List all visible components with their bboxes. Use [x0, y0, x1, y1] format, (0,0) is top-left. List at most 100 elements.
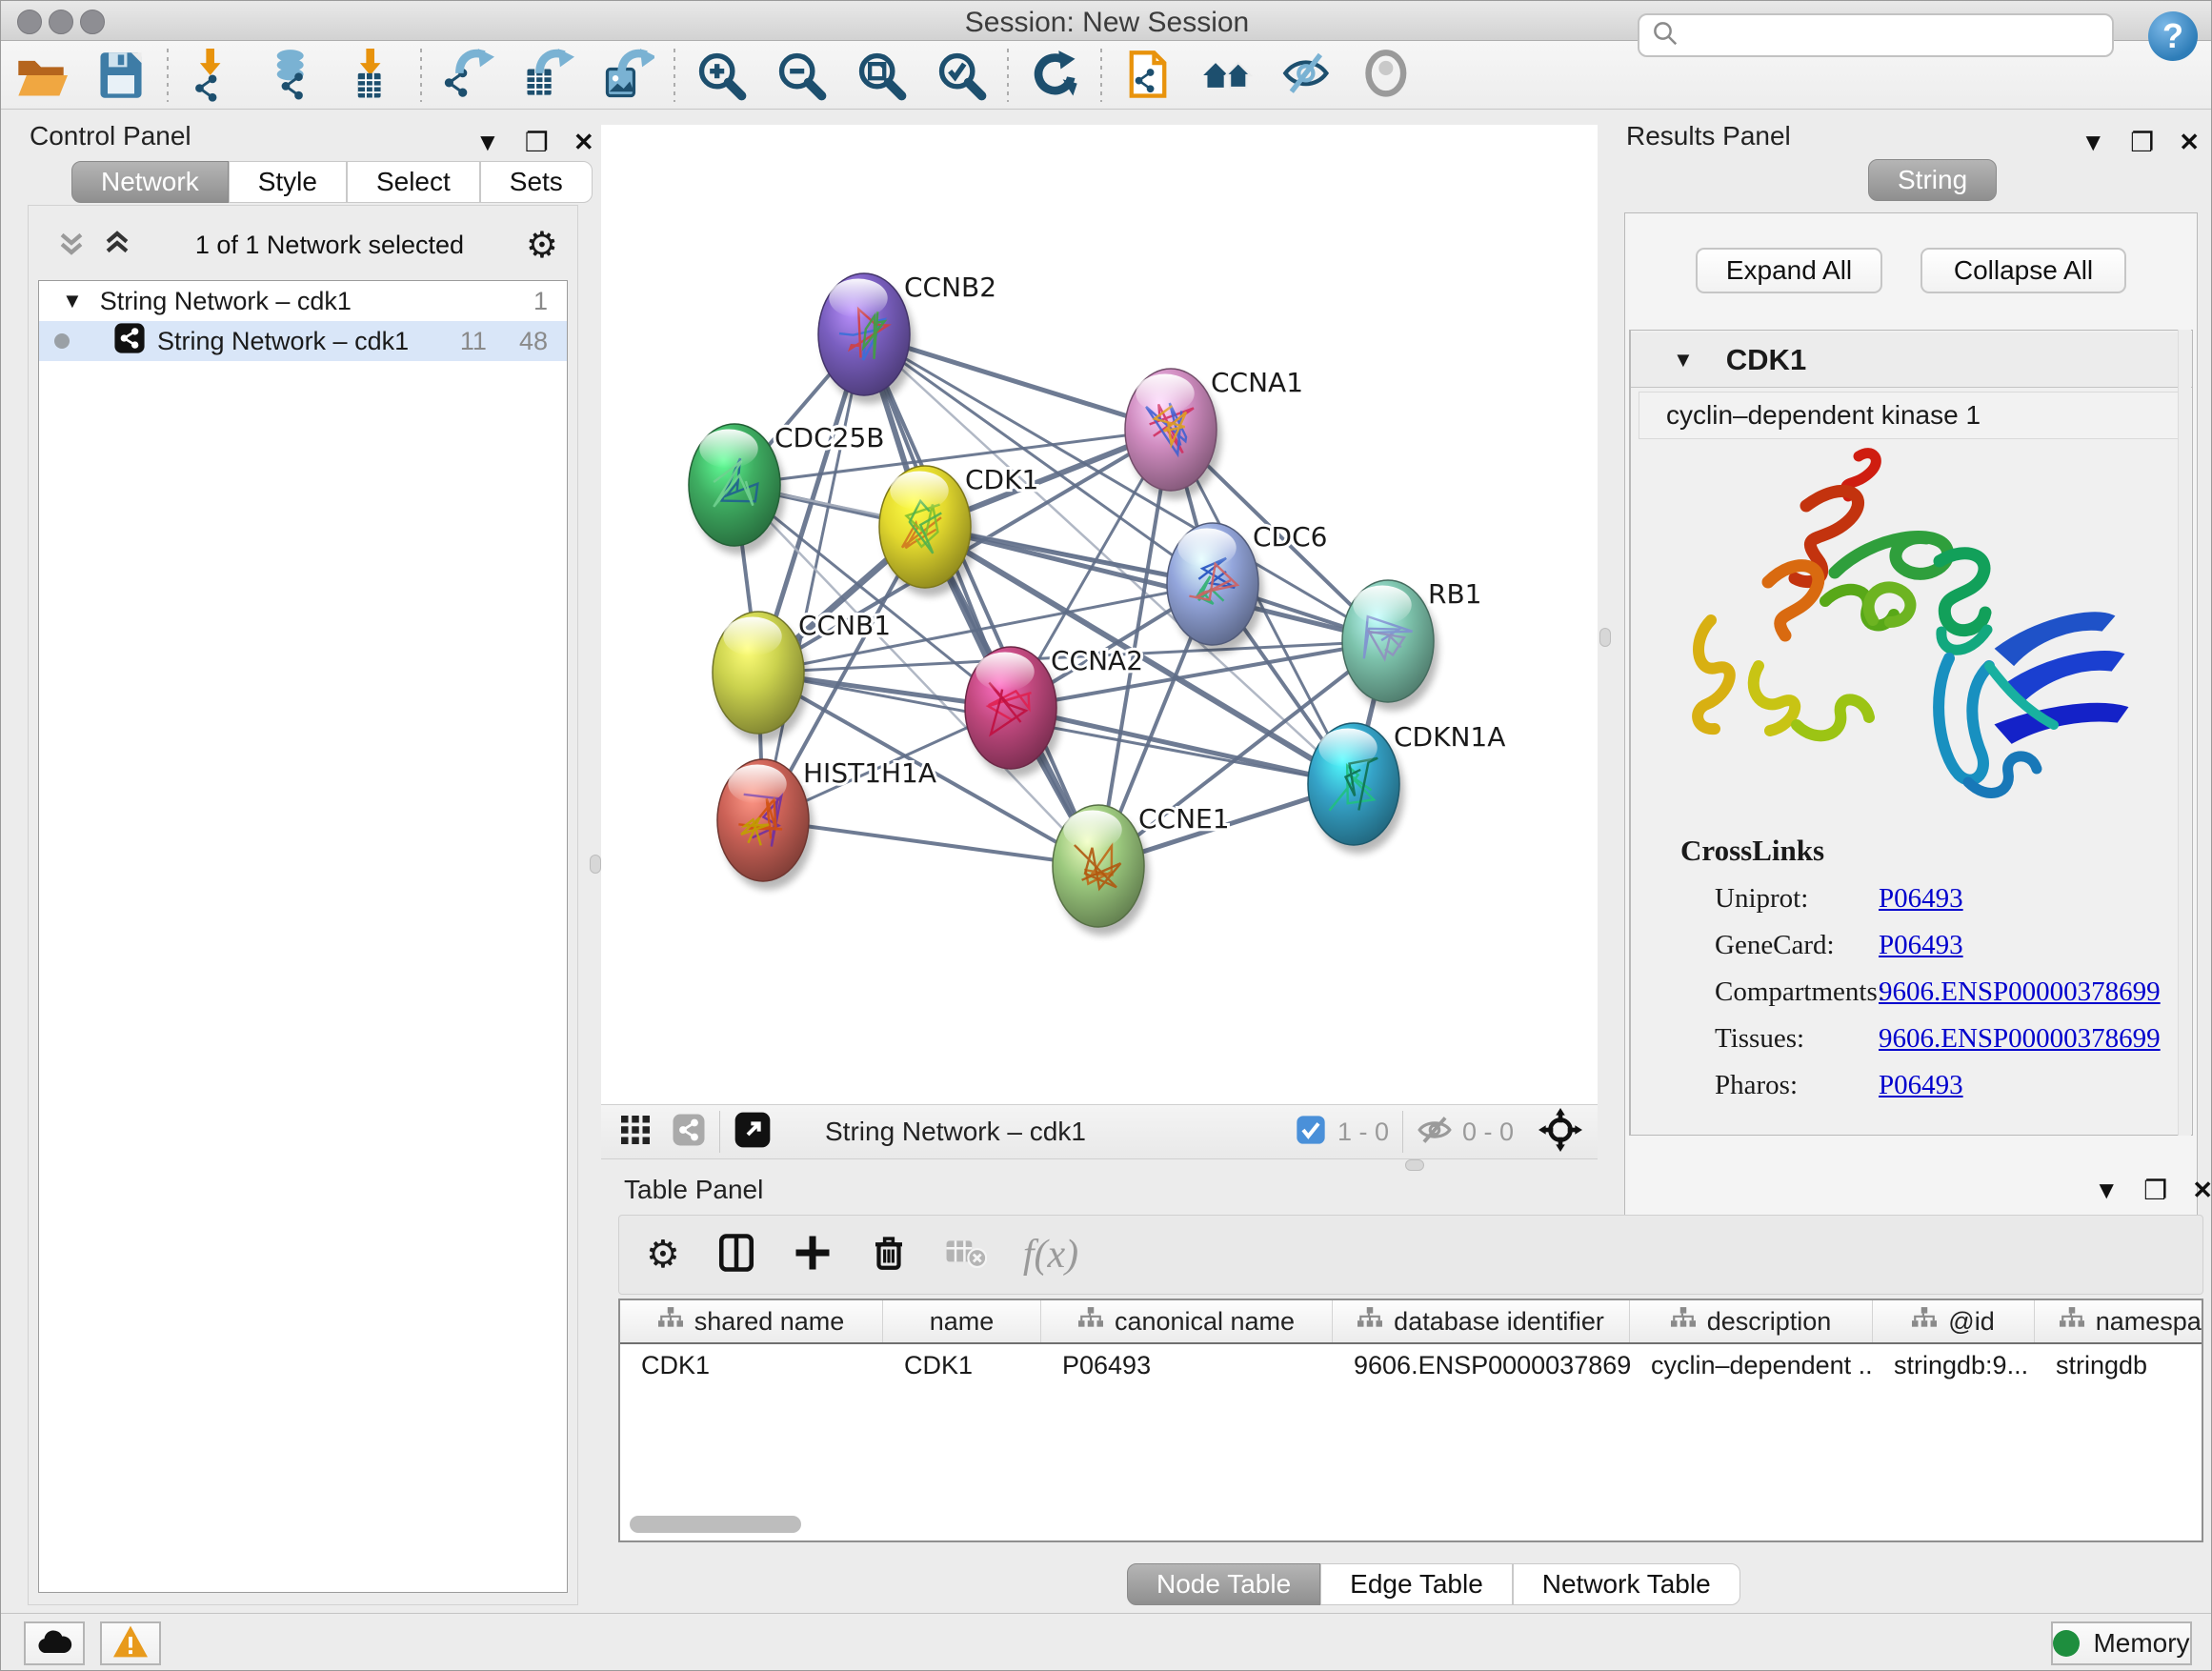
- column-header-@id[interactable]: @id: [1873, 1300, 2035, 1342]
- collapse-collection-icon[interactable]: ▼: [62, 289, 83, 313]
- column-header-description[interactable]: description: [1630, 1300, 1873, 1342]
- crosslink-link[interactable]: P06493: [1879, 883, 1963, 915]
- export-network-icon[interactable]: [428, 45, 508, 106]
- close-panel-icon[interactable]: ✕: [2192, 1176, 2212, 1205]
- create-column-icon[interactable]: [793, 1233, 833, 1278]
- search-box[interactable]: [1638, 13, 2114, 57]
- crosslink-link[interactable]: 9606.ENSP00000378699: [1879, 976, 2161, 1008]
- table-cell[interactable]: CDK1: [883, 1351, 1041, 1380]
- table-cell[interactable]: cyclin–dependent ...: [1630, 1351, 1873, 1380]
- crosslink-link[interactable]: P06493: [1879, 930, 1963, 961]
- expand-all-button[interactable]: Expand All: [1696, 248, 1882, 293]
- column-header-shared-name[interactable]: shared name: [620, 1300, 883, 1342]
- neighbors-document-icon[interactable]: [1108, 45, 1188, 106]
- column-header-namespace[interactable]: namespace: [2035, 1300, 2203, 1342]
- tab-network[interactable]: Network: [71, 161, 229, 203]
- export-image-icon[interactable]: [588, 45, 668, 106]
- import-network-icon[interactable]: [174, 45, 254, 106]
- table-cell[interactable]: CDK1: [620, 1351, 883, 1380]
- save-icon[interactable]: [81, 45, 161, 106]
- zoom-fit-icon[interactable]: [841, 45, 921, 106]
- table-options-gear-icon[interactable]: ⚙: [646, 1233, 680, 1277]
- zoom-selected-icon[interactable]: [921, 45, 1001, 106]
- crosslink-link[interactable]: 9606.ENSP00000378699: [1879, 1023, 2161, 1055]
- show-columns-icon[interactable]: [716, 1233, 756, 1278]
- network-node-CDC6[interactable]: CDC6: [1167, 521, 1327, 654]
- network-row[interactable]: String Network – cdk1 11 48: [39, 321, 567, 361]
- column-header-database-identifier[interactable]: database identifier: [1333, 1300, 1630, 1342]
- zoom-in-icon[interactable]: [681, 45, 761, 106]
- import-network-database-icon[interactable]: [254, 45, 334, 106]
- memory-button[interactable]: Memory: [2051, 1621, 2192, 1665]
- refresh-icon[interactable]: [1015, 45, 1095, 106]
- tab-select[interactable]: Select: [347, 161, 480, 203]
- network-node-CDKN1A[interactable]: CDKN1A: [1308, 721, 1505, 854]
- right-divider-handle[interactable]: [1599, 628, 1611, 647]
- protein-section-header[interactable]: ▼ CDK1: [1631, 332, 2192, 388]
- column-header-name[interactable]: name: [883, 1300, 1041, 1342]
- float-panel-icon[interactable]: ▼: [2081, 128, 2105, 157]
- houses-icon[interactable]: [1188, 45, 1268, 106]
- network-options-gear-icon[interactable]: ⚙: [526, 224, 558, 267]
- collapse-section-icon[interactable]: ▼: [1673, 348, 1694, 372]
- cloud-status-button[interactable]: [24, 1621, 85, 1665]
- network-edge[interactable]: [1011, 708, 1354, 784]
- crosslink-link[interactable]: P06493: [1879, 1070, 1963, 1101]
- float-panel-icon[interactable]: ▼: [2094, 1176, 2119, 1205]
- tab-edge-table[interactable]: Edge Table: [1320, 1563, 1513, 1605]
- hidden-eye-slash-icon[interactable]: [1417, 1112, 1453, 1153]
- node-attribute-table[interactable]: shared namenamecanonical namedatabase id…: [618, 1299, 2203, 1542]
- warnings-button[interactable]: [100, 1621, 161, 1665]
- network-node-RB1[interactable]: RB1: [1342, 578, 1481, 711]
- table-hscrollbar[interactable]: [630, 1516, 801, 1533]
- grid-view-icon[interactable]: [618, 1113, 653, 1152]
- show-eye-icon[interactable]: [1348, 45, 1428, 106]
- left-divider-handle[interactable]: [590, 855, 601, 874]
- tab-network-table[interactable]: Network Table: [1513, 1563, 1740, 1605]
- crosslink-label: Compartments:: [1715, 976, 1879, 1008]
- search-input[interactable]: [1679, 20, 2089, 51]
- table-cell[interactable]: stringdb: [2035, 1351, 2203, 1380]
- network-node-CDK1[interactable]: CDK1: [879, 464, 1038, 596]
- selected-checkbox-icon[interactable]: [1296, 1115, 1326, 1150]
- node-label: CCNB2: [904, 272, 996, 303]
- network-node-HIST1H1A[interactable]: HIST1H1A: [717, 757, 936, 890]
- detach-view-icon[interactable]: [734, 1111, 772, 1154]
- float-panel-icon[interactable]: ▼: [475, 128, 500, 157]
- pan-crosshair-icon[interactable]: [1538, 1108, 1582, 1157]
- network-collection-row[interactable]: ▼ String Network – cdk1 1: [39, 281, 567, 321]
- close-panel-icon[interactable]: ✕: [573, 128, 594, 157]
- zoom-out-icon[interactable]: [761, 45, 841, 106]
- tab-string[interactable]: String: [1868, 159, 1997, 201]
- network-node-CDC25B[interactable]: CDC25B: [689, 422, 885, 554]
- tab-node-table[interactable]: Node Table: [1127, 1563, 1320, 1605]
- maximize-panel-icon[interactable]: ❐: [2143, 1175, 2167, 1206]
- network-canvas[interactable]: CCNB2 CCNA1 CDC25B CDK1 CDC6 RB1 CCNB1: [601, 125, 1598, 1104]
- network-node-CCNE1[interactable]: CCNE1: [1053, 803, 1230, 936]
- bottom-divider-handle[interactable]: [1405, 1159, 1424, 1171]
- collapse-all-networks-icon[interactable]: [55, 227, 88, 264]
- tab-sets[interactable]: Sets: [480, 161, 593, 203]
- maximize-panel-icon[interactable]: ❐: [525, 127, 549, 158]
- results-scrollbar[interactable]: [2178, 330, 2191, 1136]
- expand-all-networks-icon[interactable]: [101, 227, 133, 264]
- table-cell[interactable]: 9606.ENSP00000378699: [1333, 1351, 1630, 1380]
- network-node-CCNB2[interactable]: CCNB2: [818, 272, 996, 404]
- collapse-all-button[interactable]: Collapse All: [1920, 248, 2126, 293]
- table-cell[interactable]: P06493: [1041, 1351, 1333, 1380]
- column-header-canonical-name[interactable]: canonical name: [1041, 1300, 1333, 1342]
- network-node-CCNB1[interactable]: CCNB1: [713, 610, 891, 742]
- network-node-CCNA1[interactable]: CCNA1: [1125, 367, 1303, 499]
- export-table-icon[interactable]: [508, 45, 588, 106]
- import-table-icon[interactable]: [334, 45, 414, 106]
- maximize-panel-icon[interactable]: ❐: [2130, 127, 2154, 158]
- table-row[interactable]: CDK1CDK1P064939606.ENSP00000378699cyclin…: [620, 1344, 2202, 1386]
- hide-eye-slash-icon[interactable]: [1268, 45, 1348, 106]
- delete-column-icon[interactable]: [869, 1233, 909, 1278]
- network-view-icon[interactable]: [672, 1113, 706, 1152]
- tab-style[interactable]: Style: [229, 161, 347, 203]
- close-panel-icon[interactable]: ✕: [2179, 128, 2200, 157]
- help-icon[interactable]: ?: [2148, 11, 2198, 61]
- table-cell[interactable]: stringdb:9...: [1873, 1351, 2035, 1380]
- open-folder-icon[interactable]: [1, 45, 81, 106]
